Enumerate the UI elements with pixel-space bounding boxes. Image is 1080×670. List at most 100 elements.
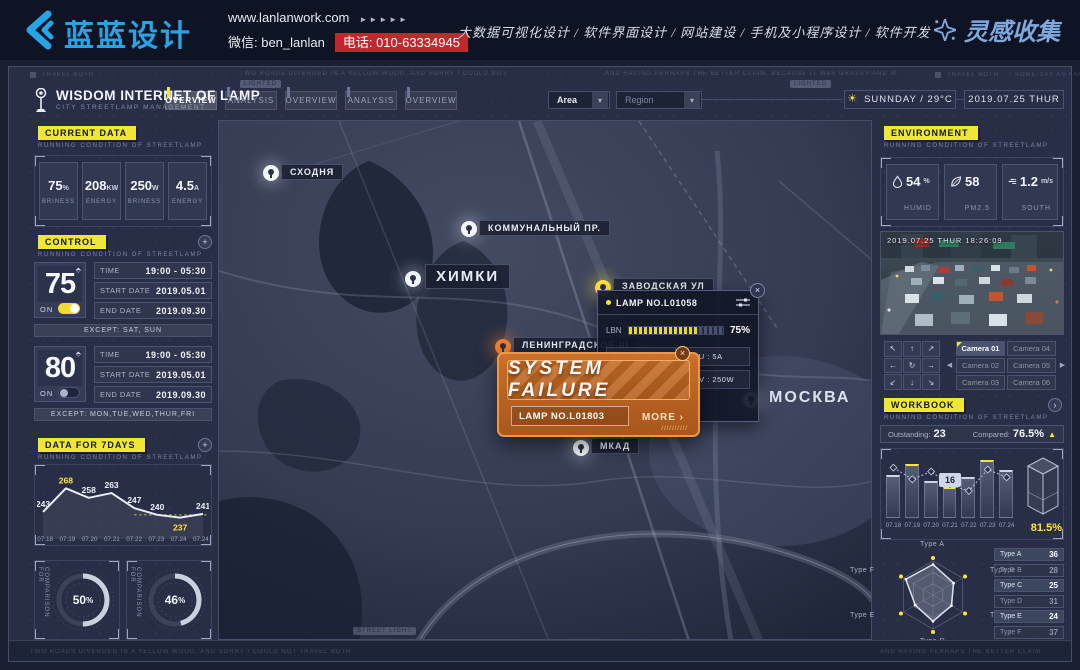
status-dot	[606, 300, 611, 305]
type-row[interactable]: Type E24	[994, 610, 1064, 623]
camera-feed[interactable]: 2019.07.25 THUR 18:26:09	[880, 231, 1064, 335]
pan-left-button[interactable]: ←	[884, 358, 902, 374]
power-toggle[interactable]	[58, 303, 80, 314]
stat-energy-kw: 208KW ENERGY	[82, 162, 121, 220]
end-date-row: END DATE 2019.09.30	[94, 302, 212, 319]
power-toggle[interactable]	[58, 387, 80, 398]
logo-text: 蓝蓝设计	[64, 11, 192, 55]
add-control-button[interactable]: +	[198, 235, 212, 249]
type-row[interactable]: Type B28	[994, 564, 1064, 577]
cube-gauge	[1024, 452, 1062, 518]
divider	[702, 99, 842, 100]
camera-01-button[interactable]: Camera 01	[956, 341, 1005, 356]
panel-title-7days: DATA FOR 7DAYS	[38, 438, 145, 452]
decor-text: TWO ROADS DIVERGED IN A YELLOW WOOD, AND…	[30, 649, 352, 655]
tab-overview-3[interactable]: OVERVIEW	[405, 91, 457, 110]
map-label[interactable]: МОСКВА	[761, 387, 858, 409]
more-link[interactable]: MORE ›	[642, 412, 684, 423]
time-row: TIME 19:00 - 05:30	[94, 346, 212, 363]
decor-text: AND HAVING PERHAPS THE BETTER CLAIM, BEC…	[605, 71, 897, 77]
weather-display: ☀ SUNNDAY / 29°C	[844, 90, 956, 109]
close-icon[interactable]: ×	[750, 283, 765, 298]
pan-up-button[interactable]: ↑	[903, 341, 921, 357]
map-label[interactable]: КОММУНАЛЬНЫЙ ПР.	[479, 220, 610, 236]
droplet-icon	[892, 175, 903, 188]
panel-subtitle: RUNNING CONDITION OF STREETLAMP	[38, 455, 203, 461]
panel-title-control: CONTROL	[38, 235, 106, 249]
reset-view-button[interactable]: ↻	[903, 358, 921, 374]
area-select[interactable]: Area ▾	[548, 91, 610, 109]
type-row[interactable]: Type C25	[994, 579, 1064, 592]
tab-overview-1[interactable]: OVERVIEW	[165, 91, 217, 110]
radar-chart	[878, 545, 988, 645]
decor-text: TWO ROADS DIVERGED IN A YELLOW WOOD, AND…	[240, 71, 507, 77]
region-select[interactable]: Region ▾	[616, 91, 702, 109]
tab-analysis-1[interactable]: ANALYSIS	[225, 91, 277, 110]
map-pin-kommunalny[interactable]	[461, 221, 477, 237]
bar-tooltip: 16	[939, 473, 961, 487]
collect-link[interactable]: 灵感收集	[934, 12, 1060, 47]
panel-subtitle: RUNNING CONDITION OF STREETLAMP	[38, 143, 203, 149]
map-pin-khimki[interactable]	[405, 271, 421, 287]
camera-next-button[interactable]: ▶	[1058, 358, 1067, 373]
arrows-icon: ►►►►►	[359, 15, 409, 24]
pan-down-right-button[interactable]: ↘	[922, 374, 940, 390]
camera-02-button[interactable]: Camera 02	[956, 358, 1005, 373]
services-list: 大数据可视化设计 / 软件界面设计 / 网站建设 / 手机及小程序设计 / 软件…	[458, 22, 930, 41]
website-link[interactable]: www.lanlanwork.com	[228, 10, 349, 25]
camera-03-button[interactable]: Camera 03	[956, 375, 1005, 390]
decor-tag: LIGHTED	[790, 80, 831, 88]
svg-text:241: 241	[196, 501, 209, 511]
except-days-bar: EXCEPT: SAT, SUN	[34, 324, 212, 337]
type-row[interactable]: Type D31	[994, 595, 1064, 608]
leaf-icon	[950, 175, 962, 188]
stat-energy-a: 4.5A ENERGY	[168, 162, 207, 220]
panel-subtitle: RUNNING CONDITION OF STREETLAMP	[884, 143, 1049, 149]
hatch-decor: //////////	[661, 426, 688, 432]
current-data-stats: 75% BRINESS 208KW ENERGY 250W BRINESS 4.…	[34, 155, 212, 227]
map-label[interactable]: ХИМКИ	[425, 264, 510, 289]
pan-up-left-button[interactable]: ↖	[884, 341, 902, 357]
expand-7days-button[interactable]: +	[198, 438, 212, 452]
stat-wind: 1.2m/s SOUTH	[1002, 164, 1058, 220]
pan-down-button[interactable]: ↓	[903, 374, 921, 390]
decor-text: SOME SAY AS FAR AS I COULD TO WHERE IT	[1015, 72, 1080, 78]
start-date-row: START DATE 2019.05.01	[94, 282, 212, 299]
type-row[interactable]: Type F37	[994, 626, 1064, 639]
close-icon[interactable]: ×	[675, 346, 690, 361]
sparkle-icon	[934, 19, 956, 41]
panel-title-workbook: WORKBOOK	[884, 398, 964, 412]
workbook-x-axis: 07.1807.1907.2007.2107.2207.2307.24	[884, 522, 1016, 529]
workbook-more-button[interactable]: ›	[1048, 398, 1062, 412]
map-label[interactable]: СХОДНЯ	[281, 164, 343, 180]
camera-04-button[interactable]: Camera 04	[1007, 341, 1056, 356]
panel-title-current-data: CURRENT DATA	[38, 126, 136, 140]
camera-05-button[interactable]: Camera 05	[1007, 358, 1056, 373]
start-date-row: START DATE 2019.05.01	[94, 366, 212, 383]
phone-contact: 电话: 010-63334945	[335, 33, 468, 52]
decor-text: TRAVEL BOTH	[947, 72, 999, 78]
camera-06-button[interactable]: Camera 06	[1007, 375, 1056, 390]
tab-overview-2[interactable]: OVERVIEW	[285, 91, 337, 110]
decor-tag: LIGHTED	[240, 80, 281, 88]
up-arrow-icon: ▲	[1048, 430, 1056, 439]
pan-right-button[interactable]: →	[922, 358, 940, 374]
pan-up-right-button[interactable]: ↗	[922, 341, 940, 357]
stat-briness: 75% BRINESS	[39, 162, 78, 220]
tab-analysis-2[interactable]: ANALYSIS	[345, 91, 397, 110]
pan-down-left-button[interactable]: ↙	[884, 374, 902, 390]
map-label[interactable]: МКАД	[591, 438, 639, 454]
svg-text:263: 263	[104, 480, 118, 490]
type-list: Type A36 Type B28 Type C25 Type D31 Type…	[994, 548, 1064, 641]
sliders-icon[interactable]	[736, 298, 750, 308]
map-pin-mkad[interactable]	[573, 440, 589, 456]
map-pin-skhodnya[interactable]	[263, 165, 279, 181]
stat-humidity: 54% HUMID	[886, 164, 939, 220]
panel-subtitle: RUNNING CONDITION OF STREETLAMP	[884, 415, 1049, 421]
panel-subtitle: RUNNING CONDITION OF STREETLAMP	[38, 252, 203, 258]
camera-prev-button[interactable]: ◀	[945, 358, 954, 373]
comparison-donut-2: COMPARISON FOR 46%	[126, 560, 212, 640]
chevron-down-icon: ▾	[684, 92, 700, 108]
type-row[interactable]: Type A36	[994, 548, 1064, 561]
wechat-contact: 微信: ben_lanlan	[228, 35, 325, 50]
